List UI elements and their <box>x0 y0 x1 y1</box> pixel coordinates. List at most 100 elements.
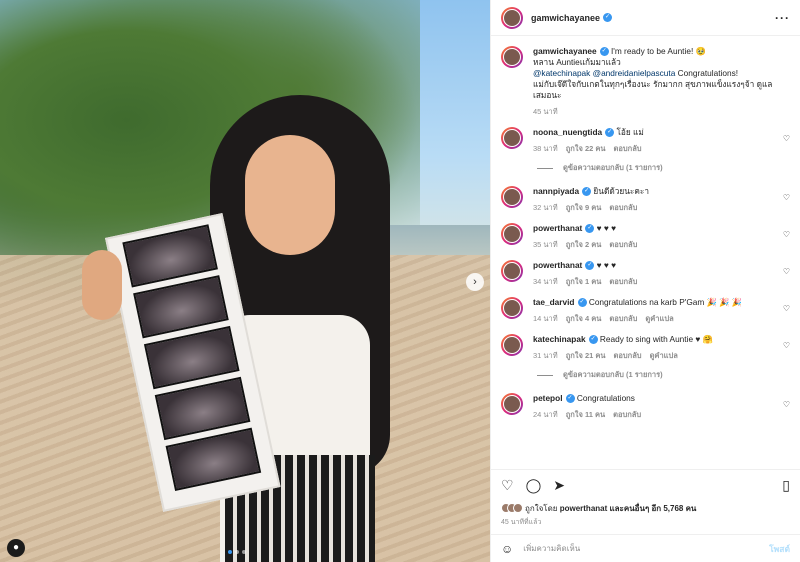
comment-text: ♥ ♥ ♥ <box>596 223 617 233</box>
avatar[interactable] <box>501 223 523 245</box>
post-button[interactable]: โพสต์ <box>769 542 790 556</box>
smiley-icon[interactable]: ☺ <box>501 542 513 556</box>
avatar[interactable] <box>501 393 523 415</box>
comment-text: Congratulations <box>576 393 635 403</box>
reply-button[interactable]: ตอบกลับ <box>609 203 637 212</box>
comment-username[interactable]: tae_darvid <box>533 297 575 307</box>
chevron-right-icon[interactable]: › <box>466 273 484 291</box>
comment-input[interactable]: เพิ่มความคิดเห็น <box>523 542 769 555</box>
comment-time[interactable]: 24 นาที <box>533 410 558 419</box>
reply-button[interactable]: ตอบกลับ <box>613 410 641 419</box>
heart-icon[interactable]: ♡ <box>783 267 790 276</box>
caption-line4: แม่กับเจ๊ดีใจกับเกตในทุกๆเรื่องนะ รักมาก… <box>533 79 773 100</box>
comments-list: gamwichayanee ✓ I'm ready to be Auntie! 🥹… <box>491 36 800 469</box>
comment-time[interactable]: 32 นาที <box>533 203 558 212</box>
verified-check-icon: ✓ <box>582 187 592 197</box>
comment-item: nannpiyada ✓ ยินดีด้วยนะคะา 32 นาที ถูกใจ 9… <box>501 186 790 213</box>
comment-time[interactable]: 35 นาที <box>533 240 558 249</box>
caption-time[interactable]: 45 นาที <box>533 107 558 116</box>
heart-icon[interactable]: ♡ <box>783 304 790 313</box>
reply-button[interactable]: ตอบกลับ <box>609 240 637 249</box>
bookmark-icon[interactable]: ▯ <box>782 477 790 494</box>
verified-check-icon: ✓ <box>605 128 615 138</box>
heart-icon[interactable]: ♡ <box>783 400 790 409</box>
comment-username[interactable]: noona_nuengtida <box>533 127 602 137</box>
person-icon[interactable]: ● <box>7 539 25 557</box>
hand <box>82 250 122 320</box>
mention-link[interactable]: @andreidanielpascuta <box>593 68 676 78</box>
heart-icon[interactable]: ♡ <box>783 230 790 239</box>
likes-summary: ถูกใจโดย powerthanat และคนอื่นๆ อีก 5,76… <box>491 501 800 515</box>
comment-item: powerthanat ✓ ♥ ♥ ♥ 35 นาที ถูกใจ 2 คน ตอบกล… <box>501 223 790 250</box>
likes-user[interactable]: powerthanat <box>560 504 608 513</box>
comment-text: Congratulations na karb P'Gam 🎉 🎉 🎉 <box>588 297 743 307</box>
carousel-dot <box>235 550 239 554</box>
likes-suffix[interactable]: และคนอื่นๆ อีก 5,768 คน <box>610 502 697 515</box>
comment-item: petepol ✓ Congratulations 24 นาที ถูกใจ 11 … <box>501 393 790 420</box>
heart-icon[interactable]: ♡ <box>783 341 790 350</box>
heart-icon[interactable]: ♡ <box>501 477 514 494</box>
carousel-dot <box>242 550 246 554</box>
comment-text: ♥ ♥ ♥ <box>596 260 617 270</box>
comment-likes[interactable]: ถูกใจ 9 คน <box>566 203 602 212</box>
ultrasound-frame <box>165 427 262 491</box>
comment-username[interactable]: nannpiyada <box>533 186 579 196</box>
comment-time[interactable]: 14 นาที <box>533 314 558 323</box>
post-time[interactable]: 45 นาทีที่แล้ว <box>491 515 800 534</box>
reply-button[interactable]: ตอบกลับ <box>609 314 637 323</box>
ellipsis-icon[interactable]: ··· <box>775 11 790 25</box>
comment-time[interactable]: 31 นาที <box>533 351 558 360</box>
comment-time[interactable]: 34 นาที <box>533 277 558 286</box>
carousel-dot <box>228 550 232 554</box>
comment-username[interactable]: katechinapak <box>533 334 586 344</box>
comment-likes[interactable]: ถูกใจ 1 คน <box>566 277 602 286</box>
reply-button[interactable]: ตอบกลับ <box>614 351 642 360</box>
comment-item: powerthanat ✓ ♥ ♥ ♥ 34 นาที ถูกใจ 1 คน ตอบกล… <box>501 260 790 287</box>
avatar[interactable] <box>501 6 523 29</box>
comment-username[interactable]: powerthanat <box>533 223 582 233</box>
verified-check-icon: ✓ <box>565 394 575 404</box>
reply-button[interactable]: ตอบกลับ <box>614 144 642 153</box>
caption-line1: I'm ready to be Auntie! 🥹 <box>610 46 706 56</box>
add-comment-bar: ☺ เพิ่มความคิดเห็น โพสต์ <box>491 534 800 562</box>
verified-check-icon: ✓ <box>588 335 598 345</box>
avatar[interactable] <box>501 46 523 68</box>
comment-time[interactable]: 38 นาที <box>533 144 558 153</box>
comment-likes[interactable]: ถูกใจ 22 คน <box>566 144 606 153</box>
comment-icon[interactable]: ◯ <box>526 477 542 494</box>
heart-icon[interactable]: ♡ <box>783 193 790 202</box>
mention-link[interactable]: @katechinapak <box>533 68 590 78</box>
comment-username[interactable]: petepol <box>533 393 563 403</box>
view-replies-button[interactable]: ดูข้อความตอบกลับ (1 รายการ) <box>537 369 790 381</box>
avatar[interactable] <box>501 186 523 208</box>
comment-username[interactable]: powerthanat <box>533 260 582 270</box>
caption-line3: Congratulations! <box>677 68 739 78</box>
avatar[interactable] <box>501 334 523 356</box>
post-photo[interactable]: › ● <box>0 0 490 562</box>
verified-check-icon: ✓ <box>585 261 595 271</box>
translate-button[interactable]: ดูคำแปล <box>645 314 673 323</box>
liker-avatars <box>501 503 523 513</box>
comment-text: ยินดีด้วยนะคะา <box>593 186 650 196</box>
avatar[interactable] <box>501 260 523 282</box>
avatar[interactable] <box>501 297 523 319</box>
action-bar: ♡ ◯ ➤ ▯ <box>491 469 800 501</box>
caption-username[interactable]: gamwichayanee <box>533 46 597 56</box>
caption: gamwichayanee ✓ I'm ready to be Auntie! 🥹… <box>501 46 790 117</box>
comment-likes[interactable]: ถูกใจ 21 คน <box>566 351 606 360</box>
translate-button[interactable]: ดูคำแปล <box>650 351 678 360</box>
post-header: gamwichayanee ✓ ··· <box>491 0 800 36</box>
comment-likes[interactable]: ถูกใจ 2 คน <box>566 240 602 249</box>
comment-likes[interactable]: ถูกใจ 11 คน <box>566 410 605 419</box>
comment-text: โอ้ย แม่ <box>616 127 644 137</box>
caption-line2: หลาน Auntieแก้มมาแล้ว <box>533 57 621 67</box>
avatar[interactable] <box>501 127 523 149</box>
comment-item: katechinapak ✓ Ready to sing with Auntie … <box>501 334 790 361</box>
comment-likes[interactable]: ถูกใจ 4 คน <box>566 314 602 323</box>
heart-icon[interactable]: ♡ <box>783 134 790 143</box>
reply-button[interactable]: ตอบกลับ <box>609 277 637 286</box>
header-username[interactable]: gamwichayanee <box>531 13 600 23</box>
comment-item: noona_nuengtida ✓ โอ้ย แม่ 38 นาที ถูกใจ 22… <box>501 127 790 154</box>
send-icon[interactable]: ➤ <box>553 477 565 494</box>
view-replies-button[interactable]: ดูข้อความตอบกลับ (1 รายการ) <box>537 162 790 174</box>
